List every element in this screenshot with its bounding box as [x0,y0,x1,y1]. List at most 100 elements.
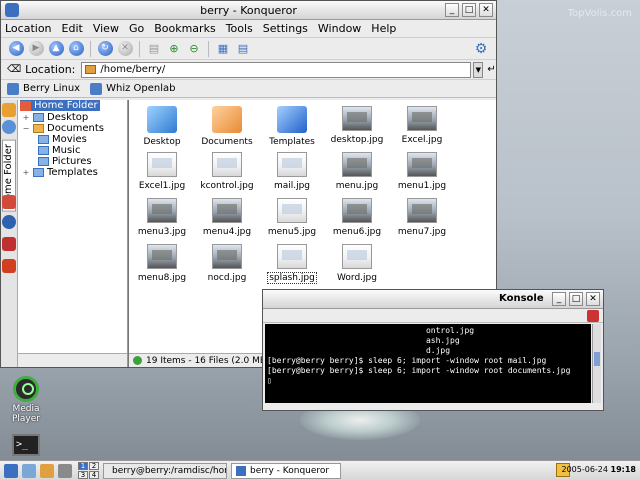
file-item[interactable]: splash.jpg [261,244,323,284]
file-item[interactable]: menu4.jpg [196,198,258,237]
taskbar: 1 2 3 4 berry@berry:/ramdisc/home/b berr… [0,460,640,480]
browser-icon[interactable] [40,463,54,478]
location-bar: ⌫ Location: /home/berry/ ▼ ↵ [1,60,496,80]
file-item[interactable]: Word.jpg [326,244,388,283]
file-item[interactable]: menu1.jpg [391,152,453,191]
file-item[interactable]: mail.jpg [261,152,323,191]
file-item[interactable]: Excel1.jpg [131,152,193,191]
services-tab-icon[interactable] [2,259,16,273]
konsole-scrollbar[interactable] [592,324,601,403]
minimize-button[interactable]: _ [445,3,459,17]
konsole-titlebar[interactable]: Konsole _ □ ✕ [263,290,603,309]
documents-folder-icon [33,124,44,133]
expand-icon[interactable]: + [22,113,30,122]
expand-icon[interactable]: + [22,168,30,177]
home-button[interactable]: ⌂ [67,40,85,58]
home-tab-icon[interactable] [2,195,16,209]
window-title: berry - Konqueror [200,4,297,17]
menu-tools[interactable]: Tools [226,22,253,35]
image-thumbnail-icon [342,106,372,131]
throbber[interactable]: ⚙ [472,40,490,58]
file-item[interactable]: Desktop [131,106,193,147]
file-item[interactable]: menu7.jpg [391,198,453,237]
file-item[interactable]: nocd.jpg [196,244,258,283]
terminal-desktop-icon[interactable]: >_ [6,434,46,456]
print-button[interactable]: ▤ [145,40,163,58]
close-session-icon[interactable] [587,310,599,322]
media-player-desktop-icon[interactable]: Media Player [6,376,46,424]
clock[interactable]: 2005-06-24 19:18 [561,465,636,474]
file-item[interactable]: desktop.jpg [326,106,388,145]
bookmark-berry-linux[interactable]: Berry Linux [7,82,80,95]
tree-item-desktop[interactable]: + Desktop [22,112,89,123]
scrollbar-thumb[interactable] [594,352,600,366]
list-view-button[interactable]: ▤ [234,40,252,58]
pager-desktop-1[interactable]: 1 [78,462,88,470]
tree-item-home[interactable]: Home Folder [20,100,100,111]
minimize-button[interactable]: _ [552,292,566,306]
network-tab-icon[interactable] [2,215,16,229]
file-label: Documents [201,137,253,147]
mail-icon[interactable] [58,463,72,478]
pager-desktop-3[interactable]: 3 [78,471,88,479]
file-item[interactable]: Templates [261,106,323,147]
location-dropdown[interactable]: ▼ [473,61,484,78]
menu-go[interactable]: Go [129,22,144,35]
list-view-icon: ▤ [237,42,249,55]
maximize-button[interactable]: □ [462,3,476,17]
bookmark-whiz-openlab[interactable]: Whiz Openlab [90,82,176,95]
maximize-button[interactable]: □ [569,292,583,306]
pager-desktop-2[interactable]: 2 [89,462,99,470]
file-item[interactable]: kcontrol.jpg [196,152,258,191]
file-item[interactable]: menu6.jpg [326,198,388,237]
location-label: Location: [25,63,76,76]
clear-location-icon[interactable]: ⌫ [7,64,21,75]
reload-button[interactable]: ↻ [96,40,114,58]
media-tab-icon[interactable] [2,237,16,251]
stop-button[interactable]: ✕ [116,40,134,58]
tree-item-movies[interactable]: Movies [38,134,87,145]
kmenu-icon[interactable] [4,463,18,478]
menu-help[interactable]: Help [371,22,396,35]
zoom-in-button[interactable]: ⊕ [165,40,183,58]
go-icon[interactable]: ↵ [487,64,495,75]
collapse-icon[interactable]: − [22,124,30,133]
history-tab-icon[interactable] [2,120,16,134]
file-label: Excel1.jpg [138,181,186,191]
desktop-icon[interactable] [22,463,36,478]
bookmarks-tab-icon[interactable] [2,103,16,117]
close-button[interactable]: ✕ [479,3,493,17]
tree-item-pictures[interactable]: Pictures [38,156,92,167]
file-item[interactable]: menu3.jpg [131,198,193,237]
task-konsole[interactable]: berry@berry:/ramdisc/home/b [103,462,227,479]
file-item[interactable]: menu5.jpg [261,198,323,237]
menubar: Location Edit View Go Bookmarks Tools Se… [1,20,496,38]
konqueror-titlebar[interactable]: berry - Konqueror _ □ ✕ [1,1,496,20]
menu-location[interactable]: Location [5,22,52,35]
close-button[interactable]: ✕ [586,292,600,306]
zoom-out-button[interactable]: ⊖ [185,40,203,58]
file-item[interactable]: Documents [196,106,258,147]
up-arrow-icon: ▲ [48,41,64,56]
menu-window[interactable]: Window [318,22,361,35]
menu-view[interactable]: View [93,22,119,35]
menu-edit[interactable]: Edit [62,22,83,35]
back-button[interactable]: ◀ [7,40,25,58]
menu-settings[interactable]: Settings [263,22,308,35]
task-konqueror[interactable]: berry - Konqueror [231,462,341,479]
file-item[interactable]: menu8.jpg [131,244,193,283]
forward-button[interactable]: ▶ [27,40,45,58]
file-item[interactable]: menu.jpg [326,152,388,191]
icon-view-button[interactable]: ▦ [214,40,232,58]
file-label: Templates [269,137,315,147]
up-button[interactable]: ▲ [47,40,65,58]
tree-item-templates[interactable]: + Templates [22,167,98,178]
terminal-output[interactable]: ontrol.jpg ash.jpg d.jpg [berry@berry ber… [265,324,591,403]
media-player-label: Media Player [11,404,40,424]
menu-bookmarks[interactable]: Bookmarks [154,22,215,35]
file-item[interactable]: Excel.jpg [391,106,453,145]
pager-desktop-4[interactable]: 4 [89,471,99,479]
tree-item-documents[interactable]: − Documents [22,123,104,134]
location-input[interactable]: /home/berry/ [81,61,472,78]
tree-item-music[interactable]: Music [38,145,80,156]
